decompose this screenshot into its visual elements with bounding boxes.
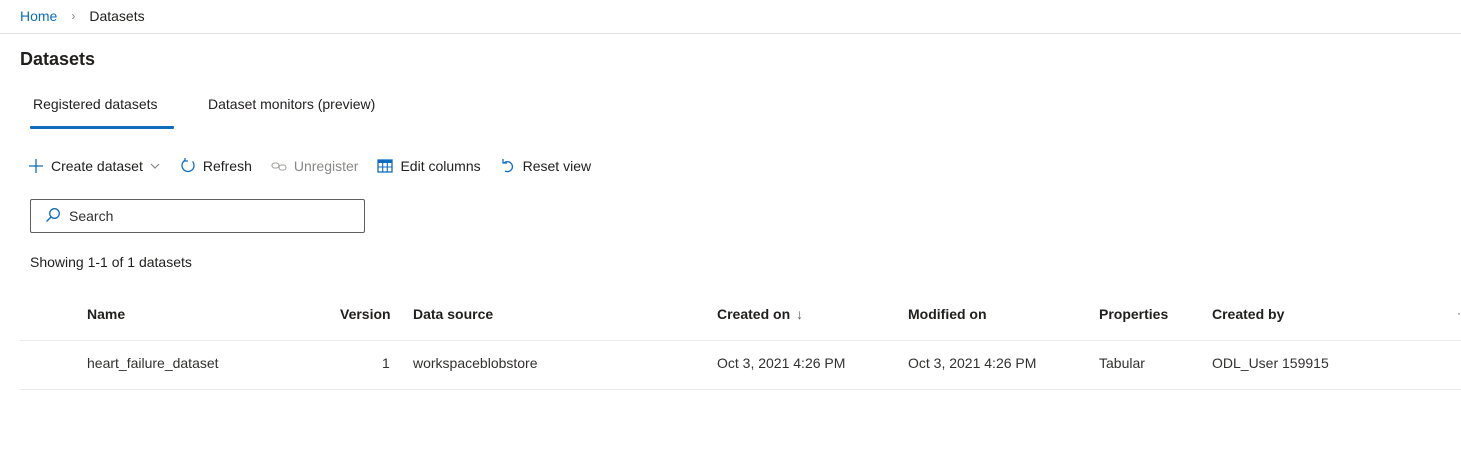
command-bar: Create dataset Refresh Unregister Edit c…	[27, 154, 609, 178]
data-source-link[interactable]: workspaceblobstore	[413, 355, 538, 371]
column-header-created-on[interactable]: Created on ↓	[717, 306, 803, 322]
column-header-name[interactable]: Name	[87, 306, 125, 322]
table-header-divider	[20, 340, 1461, 341]
tab-registered-datasets[interactable]: Registered datasets	[33, 96, 158, 112]
undo-icon	[499, 157, 517, 175]
column-header-created-by[interactable]: Created by	[1212, 306, 1284, 322]
create-dataset-button[interactable]: Create dataset	[27, 157, 161, 175]
chevron-down-icon[interactable]	[149, 160, 161, 172]
create-dataset-label: Create dataset	[51, 158, 143, 174]
search-box	[30, 199, 365, 233]
reset-view-label: Reset view	[522, 158, 592, 174]
breadcrumb-current: Datasets	[89, 8, 145, 24]
column-header-created-on-label: Created on	[717, 306, 791, 322]
dataset-properties: Tabular	[1099, 355, 1145, 371]
dataset-created-by: ODL_User 159915	[1212, 355, 1329, 371]
column-header-data-source[interactable]: Data source	[413, 306, 493, 322]
chevron-right-icon: ›	[71, 9, 76, 23]
dataset-name-link[interactable]: heart_failure_dataset	[87, 355, 219, 371]
reset-view-button[interactable]: Reset view	[499, 157, 591, 175]
column-header-modified-on[interactable]: Modified on	[908, 306, 987, 322]
table-columns-icon	[376, 157, 394, 175]
dataset-created-on: Oct 3, 2021 4:26 PM	[717, 355, 846, 371]
search-input[interactable]	[69, 208, 349, 224]
active-tab-indicator	[30, 126, 174, 129]
column-header-version[interactable]: Version	[340, 306, 391, 322]
unregister-button[interactable]: Unregister	[270, 157, 359, 175]
overflow-indicator-icon: ·	[1457, 306, 1461, 320]
breadcrumb-home-link[interactable]: Home	[20, 8, 57, 24]
unregister-label: Unregister	[293, 158, 359, 174]
results-count: Showing 1-1 of 1 datasets	[30, 254, 192, 270]
sort-descending-icon: ↓	[796, 306, 804, 322]
unlink-icon	[270, 157, 288, 175]
refresh-button[interactable]: Refresh	[179, 157, 252, 175]
edit-columns-button[interactable]: Edit columns	[376, 157, 481, 175]
breadcrumb: Home › Datasets	[20, 6, 145, 26]
refresh-label: Refresh	[202, 158, 252, 174]
tab-dataset-monitors[interactable]: Dataset monitors (preview)	[208, 96, 375, 112]
header-divider	[0, 33, 1461, 34]
column-header-properties[interactable]: Properties	[1099, 306, 1168, 322]
table-row-divider	[20, 389, 1461, 390]
refresh-icon	[179, 157, 197, 175]
search-icon	[45, 207, 69, 226]
dataset-modified-on: Oct 3, 2021 4:26 PM	[908, 355, 1037, 371]
dataset-version: 1	[382, 355, 390, 371]
page-title: Datasets	[20, 49, 96, 69]
edit-columns-label: Edit columns	[400, 158, 481, 174]
plus-icon	[27, 157, 45, 175]
